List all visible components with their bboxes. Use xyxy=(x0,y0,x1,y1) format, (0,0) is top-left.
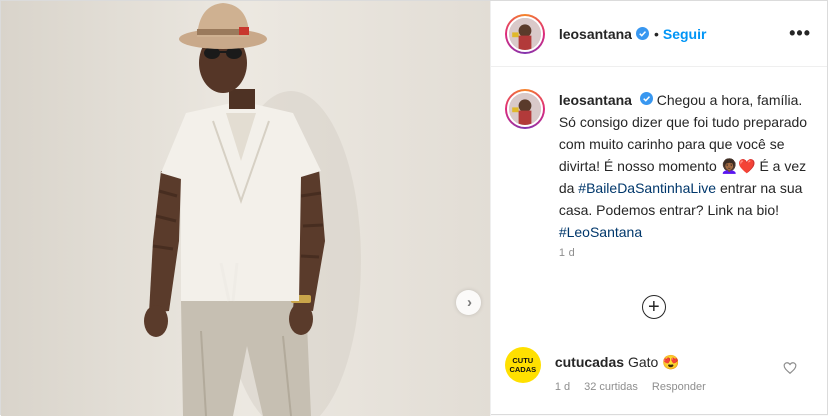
commenter-avatar[interactable]: CUTU CADAS xyxy=(504,347,541,383)
avatar-logo-top: CUTU xyxy=(512,356,534,365)
avatar-logo-bottom: CADAS xyxy=(509,365,537,374)
post-caption: leosantana Chegou a hora, família. Só co… xyxy=(491,67,827,243)
caption-line-1: Chegou a hora, família. xyxy=(656,92,803,108)
post-sidebar: leosantana • Seguir ••• leosantana Chego… xyxy=(489,1,827,416)
man-in-hat-photo xyxy=(1,1,490,416)
comment-likes-count[interactable]: 32 curtidas xyxy=(584,381,638,393)
comment-meta: 1 d 32 curtidas Responder xyxy=(555,381,706,393)
next-photo-button[interactable]: › xyxy=(456,290,481,315)
heart-icon[interactable] xyxy=(783,361,797,375)
load-more-comments-button[interactable]: + xyxy=(641,295,666,319)
caption-text: leosantana Chegou a hora, família. Só co… xyxy=(559,89,809,243)
comment-item: CUTU CADAS cutucadas Gato 😍 1 d 32 curti… xyxy=(504,347,815,393)
caption-timestamp[interactable]: 1 d xyxy=(559,247,827,259)
plus-circle-icon: + xyxy=(647,295,660,318)
comment-body: cutucadas Gato 😍 1 d 32 curtidas Respond… xyxy=(555,347,706,393)
verified-badge-icon xyxy=(639,92,653,105)
caption-username[interactable]: leosantana xyxy=(559,92,632,108)
chevron-right-icon: › xyxy=(467,294,472,311)
instagram-post: › leosantana • Seguir ••• leosantana Che… xyxy=(0,0,828,416)
comment-timestamp[interactable]: 1 d xyxy=(555,381,570,393)
separator-dot: • xyxy=(653,25,659,42)
avatar-image-icon xyxy=(508,93,541,125)
comment-line: cutucadas Gato 😍 xyxy=(555,353,706,371)
post-photo[interactable]: › xyxy=(1,1,490,416)
hashtag-leosantana[interactable]: #LeoSantana xyxy=(559,224,642,240)
verified-badge-icon xyxy=(635,27,649,40)
commenter-username[interactable]: cutucadas xyxy=(555,354,624,370)
heart-eyes-emoji: 😍 xyxy=(662,354,680,370)
follow-button[interactable]: Seguir xyxy=(663,26,707,42)
comment-text: Gato xyxy=(627,354,659,370)
more-options-icon[interactable]: ••• xyxy=(789,23,811,44)
author-username[interactable]: leosantana xyxy=(559,26,632,42)
caption-emojis: 👩🏾‍🦱❤️ xyxy=(720,158,756,174)
post-header: leosantana • Seguir ••• xyxy=(490,1,827,67)
author-avatar[interactable] xyxy=(504,13,545,54)
avatar-image-icon xyxy=(508,17,541,50)
reply-button[interactable]: Responder xyxy=(652,381,706,393)
hashtag-bailedasantinhalive[interactable]: #BaileDaSantinhaLive xyxy=(578,180,716,196)
caption-author-avatar[interactable] xyxy=(504,89,545,129)
